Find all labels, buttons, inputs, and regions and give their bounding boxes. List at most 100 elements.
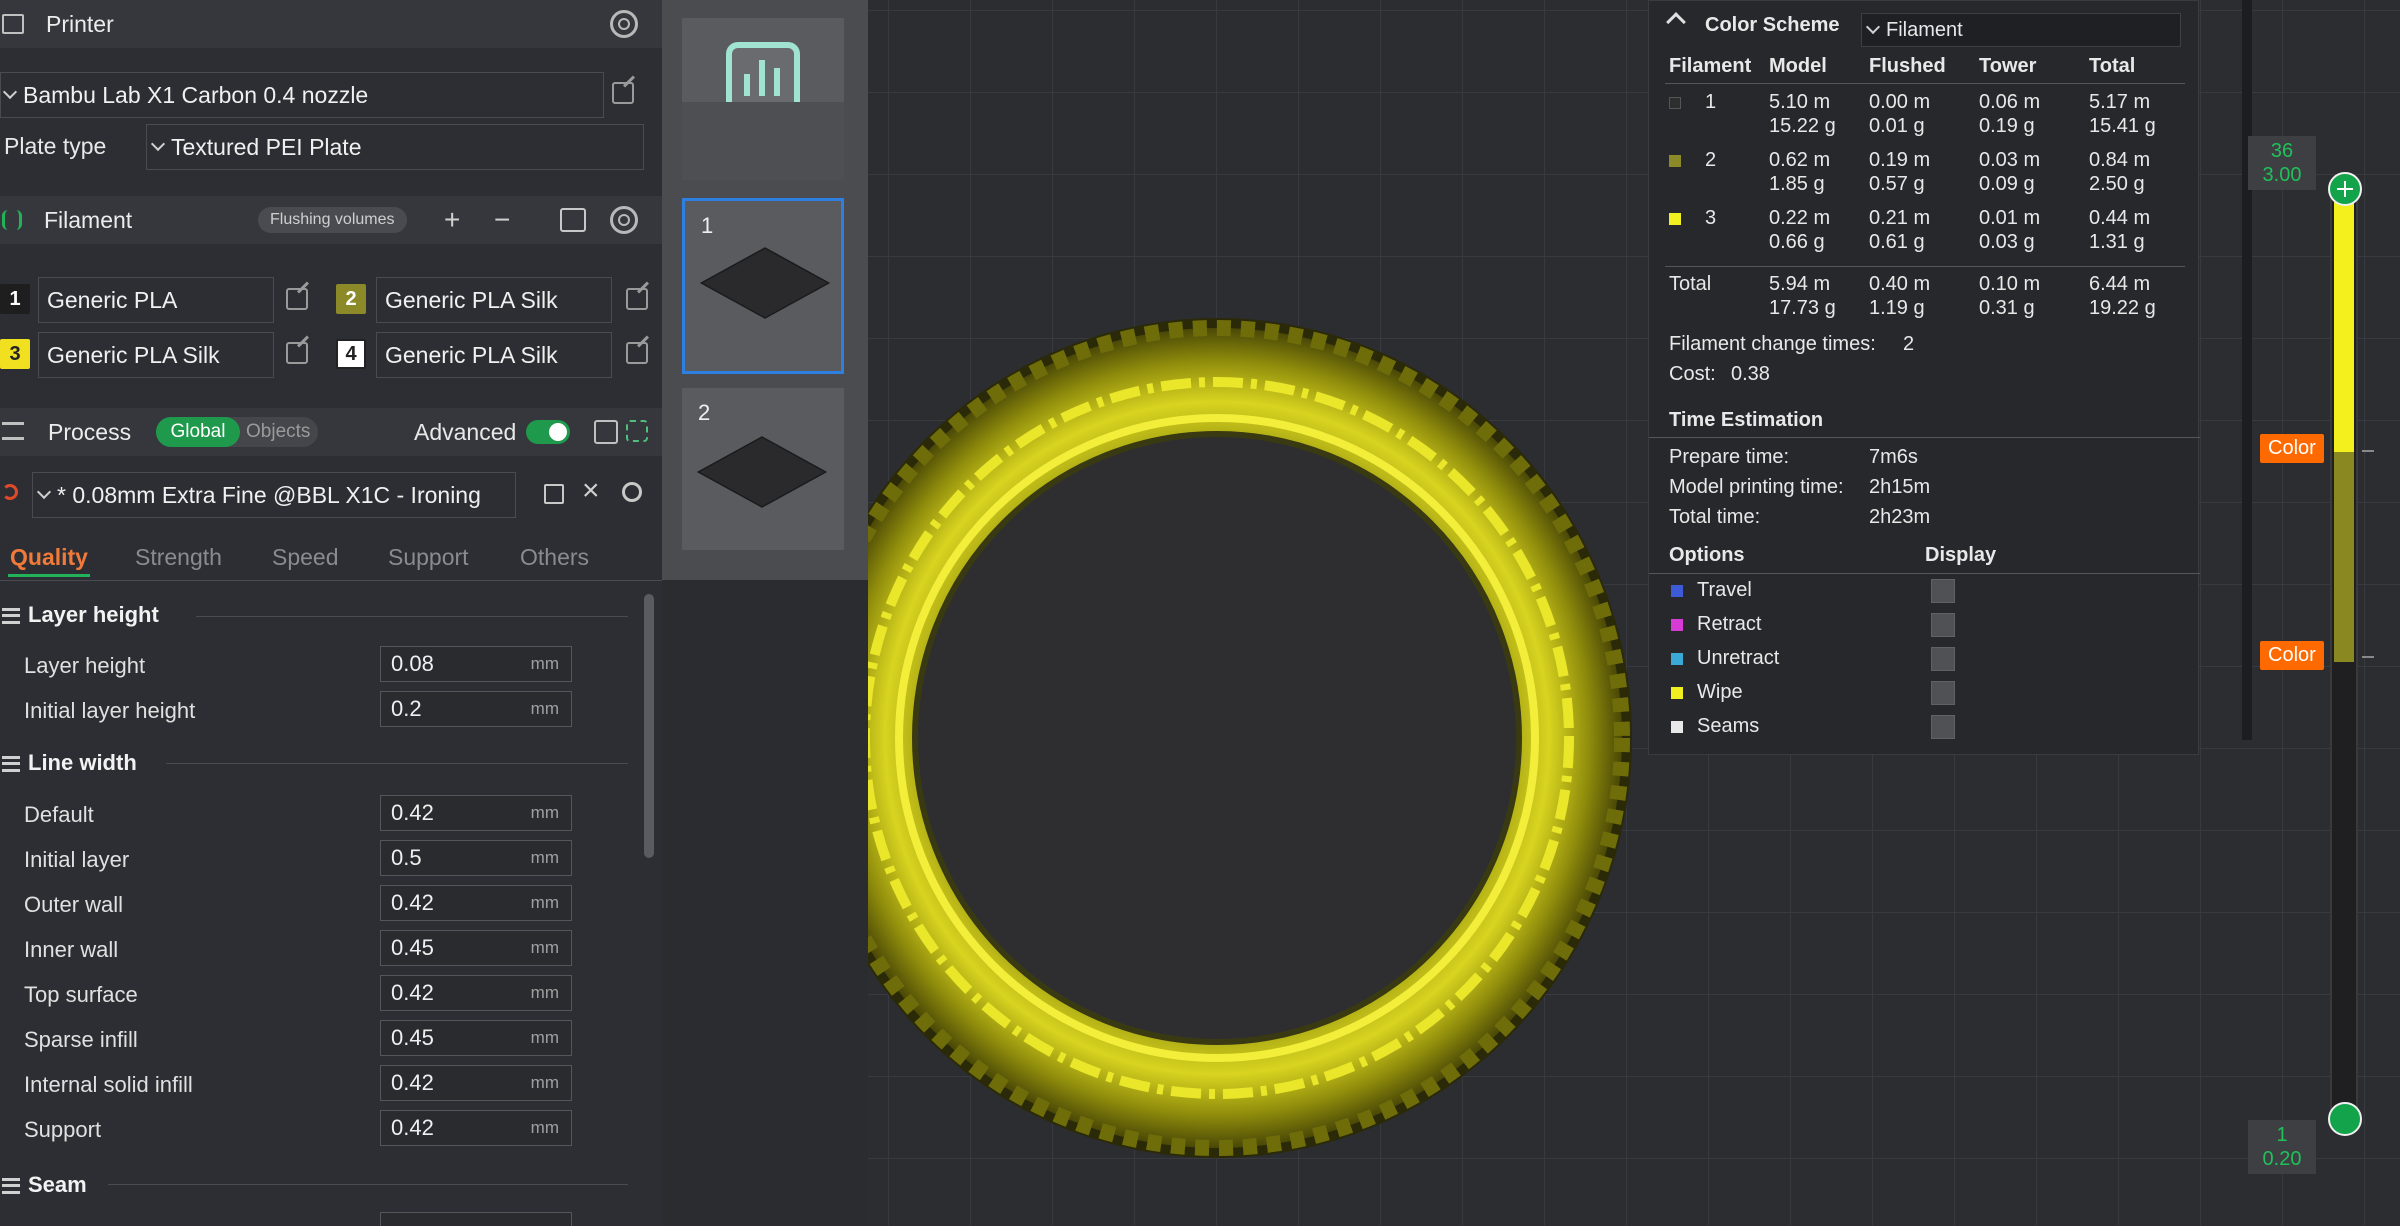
top-surface-width-label: Top surface	[24, 982, 138, 1007]
remove-filament-icon[interactable]: −	[494, 206, 510, 234]
collapse-legend-icon[interactable]	[1666, 12, 1686, 32]
option-label: Seams	[1697, 715, 1760, 737]
printer-edit-icon[interactable]	[612, 82, 634, 104]
reset-icon[interactable]	[2, 484, 18, 500]
filament-edit-icon[interactable]	[286, 288, 308, 310]
wipe-display-checkbox[interactable]	[1931, 681, 1955, 705]
flushed-weight: 0.01 g	[1869, 115, 1925, 137]
initial-layer-width-input[interactable]: 0.5 mm	[380, 840, 572, 876]
filament-edit-icon[interactable]	[626, 342, 648, 364]
tower-length: 0.01 m	[1979, 207, 2041, 229]
outer-wall-width-input[interactable]: 0.42 mm	[380, 885, 572, 921]
flushed-length: 0.19 m	[1869, 149, 1931, 171]
plate-thumbnail-2[interactable]: 2	[682, 388, 844, 550]
row-id: 2	[1705, 149, 1717, 171]
top-layer-number: 36	[2270, 140, 2294, 162]
flushing-volumes-button[interactable]: Flushing volumes	[258, 207, 407, 233]
unit-label: mm	[530, 654, 559, 673]
line-width-group-icon	[2, 756, 20, 772]
advanced-toggle[interactable]	[526, 420, 570, 444]
default-width-input[interactable]: 0.42 mm	[380, 795, 572, 831]
settings-scrollbar[interactable]	[644, 594, 654, 858]
layer-height-label: Layer height	[24, 653, 146, 678]
filament-select[interactable]: Generic PLA Silk	[38, 332, 274, 378]
model-weight: 0.66 g	[1769, 231, 1825, 253]
travel-display-checkbox[interactable]	[1931, 579, 1955, 603]
filament-edit-icon[interactable]	[626, 288, 648, 310]
objects-tab[interactable]: Objects	[246, 417, 310, 447]
layer-height-value: 0.08	[391, 651, 434, 676]
process-preset-select[interactable]: * 0.08mm Extra Fine @BBL X1C - Ironing	[32, 472, 516, 518]
filament-3-swatch	[1669, 213, 1681, 225]
internal-solid-infill-width-input[interactable]: 0.42 mm	[380, 1065, 572, 1101]
global-objects-toggle[interactable]: Global Objects	[156, 417, 318, 447]
flushed-length: 0.21 m	[1869, 207, 1931, 229]
add-filament-icon[interactable]: +	[444, 206, 460, 234]
col-filament: Filament	[1669, 55, 1752, 77]
unit-label: mm	[530, 983, 559, 1002]
layer-height-input[interactable]: 0.08 mm	[380, 646, 572, 682]
filament-select[interactable]: Generic PLA	[38, 277, 274, 323]
filament-edit-icon[interactable]	[286, 342, 308, 364]
plate-stats-button[interactable]	[682, 18, 844, 180]
tab-speed[interactable]: Speed	[272, 544, 339, 571]
support-width-input[interactable]: 0.42 mm	[380, 1110, 572, 1146]
layer-slider-track[interactable]	[2330, 188, 2358, 1120]
printer-preset-value: Bambu Lab X1 Carbon 0.4 nozzle	[23, 81, 369, 108]
unretract-display-checkbox[interactable]	[1931, 647, 1955, 671]
internal-solid-infill-width-value: 0.42	[391, 1070, 434, 1095]
unit-label: mm	[530, 893, 559, 912]
group-divider	[108, 1184, 628, 1185]
close-icon[interactable]: ×	[582, 474, 600, 508]
tab-support[interactable]: Support	[388, 544, 469, 571]
printer-settings-gear-icon[interactable]	[610, 10, 638, 38]
slider-tick	[2362, 450, 2374, 452]
color-change-tag[interactable]: Color	[2260, 434, 2324, 463]
travel-swatch	[1671, 585, 1683, 597]
filament-select[interactable]: Generic PLA Silk	[376, 277, 612, 323]
filament-settings-gear-icon[interactable]	[610, 206, 638, 234]
plate-thumbnail-1[interactable]: 1	[682, 198, 844, 374]
display-header: Display	[1925, 544, 1997, 566]
line-width-group-title: Line width	[28, 750, 137, 775]
unit-label: mm	[530, 1073, 559, 1092]
retract-display-checkbox[interactable]	[1931, 613, 1955, 637]
layer-height-group-icon	[2, 608, 20, 624]
tab-others[interactable]: Others	[520, 544, 589, 571]
global-tab[interactable]: Global	[156, 417, 240, 447]
search-icon[interactable]	[622, 482, 642, 502]
filament-select[interactable]: Generic PLA Silk	[376, 332, 612, 378]
internal-solid-infill-width-label: Internal solid infill	[24, 1072, 193, 1097]
compare-icon[interactable]	[626, 420, 648, 442]
bottom-layer-handle[interactable]	[2328, 1102, 2362, 1136]
layer-range-yellow	[2334, 190, 2354, 452]
unit-label: mm	[530, 699, 559, 718]
inner-wall-width-input[interactable]: 0.45 mm	[380, 930, 572, 966]
printer-preset-select[interactable]: Bambu Lab X1 Carbon 0.4 nozzle	[0, 72, 604, 118]
filament-sync-icon[interactable]	[560, 208, 586, 232]
sparse-infill-width-input[interactable]: 0.45 mm	[380, 1020, 572, 1056]
filament-badge: 1	[0, 284, 30, 314]
tab-quality[interactable]: Quality	[10, 544, 88, 571]
color-scheme-value: Filament	[1886, 18, 1963, 41]
tabs-divider	[0, 580, 662, 581]
initial-layer-width-label: Initial layer	[24, 847, 130, 872]
list-view-icon[interactable]	[594, 420, 618, 444]
bottom-layer-height: 0.20	[2262, 1148, 2302, 1170]
color-change-tag[interactable]: Color	[2260, 641, 2324, 670]
total-weight: 2.50 g	[2089, 173, 2145, 195]
filament-2-swatch	[1669, 155, 1681, 167]
color-scheme-select[interactable]: Filament	[1861, 13, 2181, 47]
tab-strength[interactable]: Strength	[135, 544, 222, 571]
unit-label: mm	[530, 1118, 559, 1137]
seams-display-checkbox[interactable]	[1931, 715, 1955, 739]
save-preset-icon[interactable]	[544, 484, 564, 504]
chevron-down-icon	[150, 136, 166, 152]
seam-group-icon	[2, 1178, 20, 1194]
plate-type-select[interactable]: Textured PEI Plate	[146, 124, 644, 170]
top-surface-width-input[interactable]: 0.42 mm	[380, 975, 572, 1011]
options-header: Options	[1669, 544, 1745, 566]
top-layer-handle[interactable]	[2328, 172, 2362, 206]
seam-position-select[interactable]	[380, 1212, 572, 1226]
initial-layer-height-input[interactable]: 0.2 mm	[380, 691, 572, 727]
